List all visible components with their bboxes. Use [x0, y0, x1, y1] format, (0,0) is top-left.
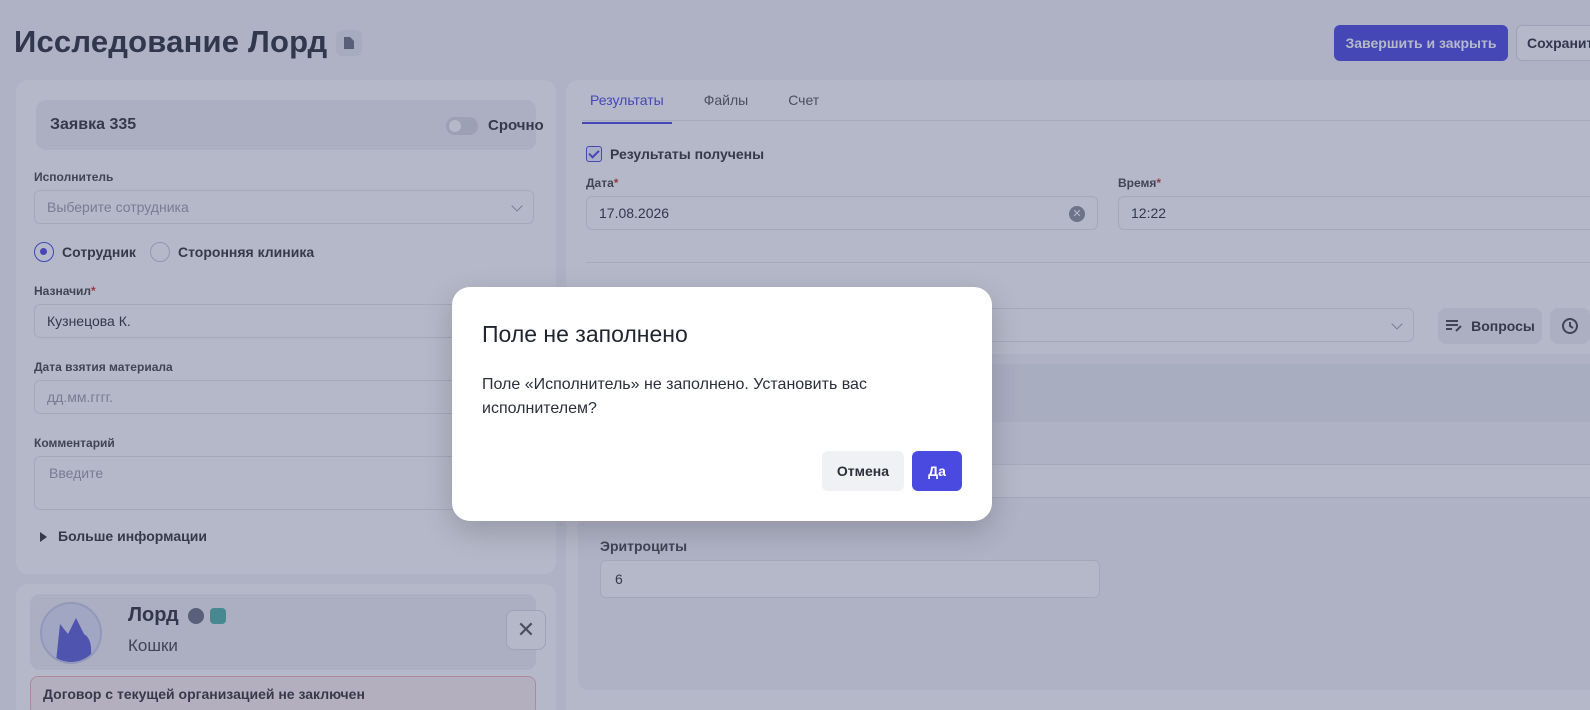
dialog-message: Поле «Исполнитель» не заполнено. Установ…	[482, 376, 867, 417]
cancel-button[interactable]: Отмена	[822, 451, 904, 491]
confirm-button[interactable]: Да	[912, 451, 962, 491]
page: Исследование Лорд Завершить и закрыть Со…	[0, 0, 1590, 710]
dialog-title: Поле не заполнено	[482, 321, 688, 347]
confirm-dialog: Поле не заполнено Поле «Исполнитель» не …	[452, 287, 992, 521]
